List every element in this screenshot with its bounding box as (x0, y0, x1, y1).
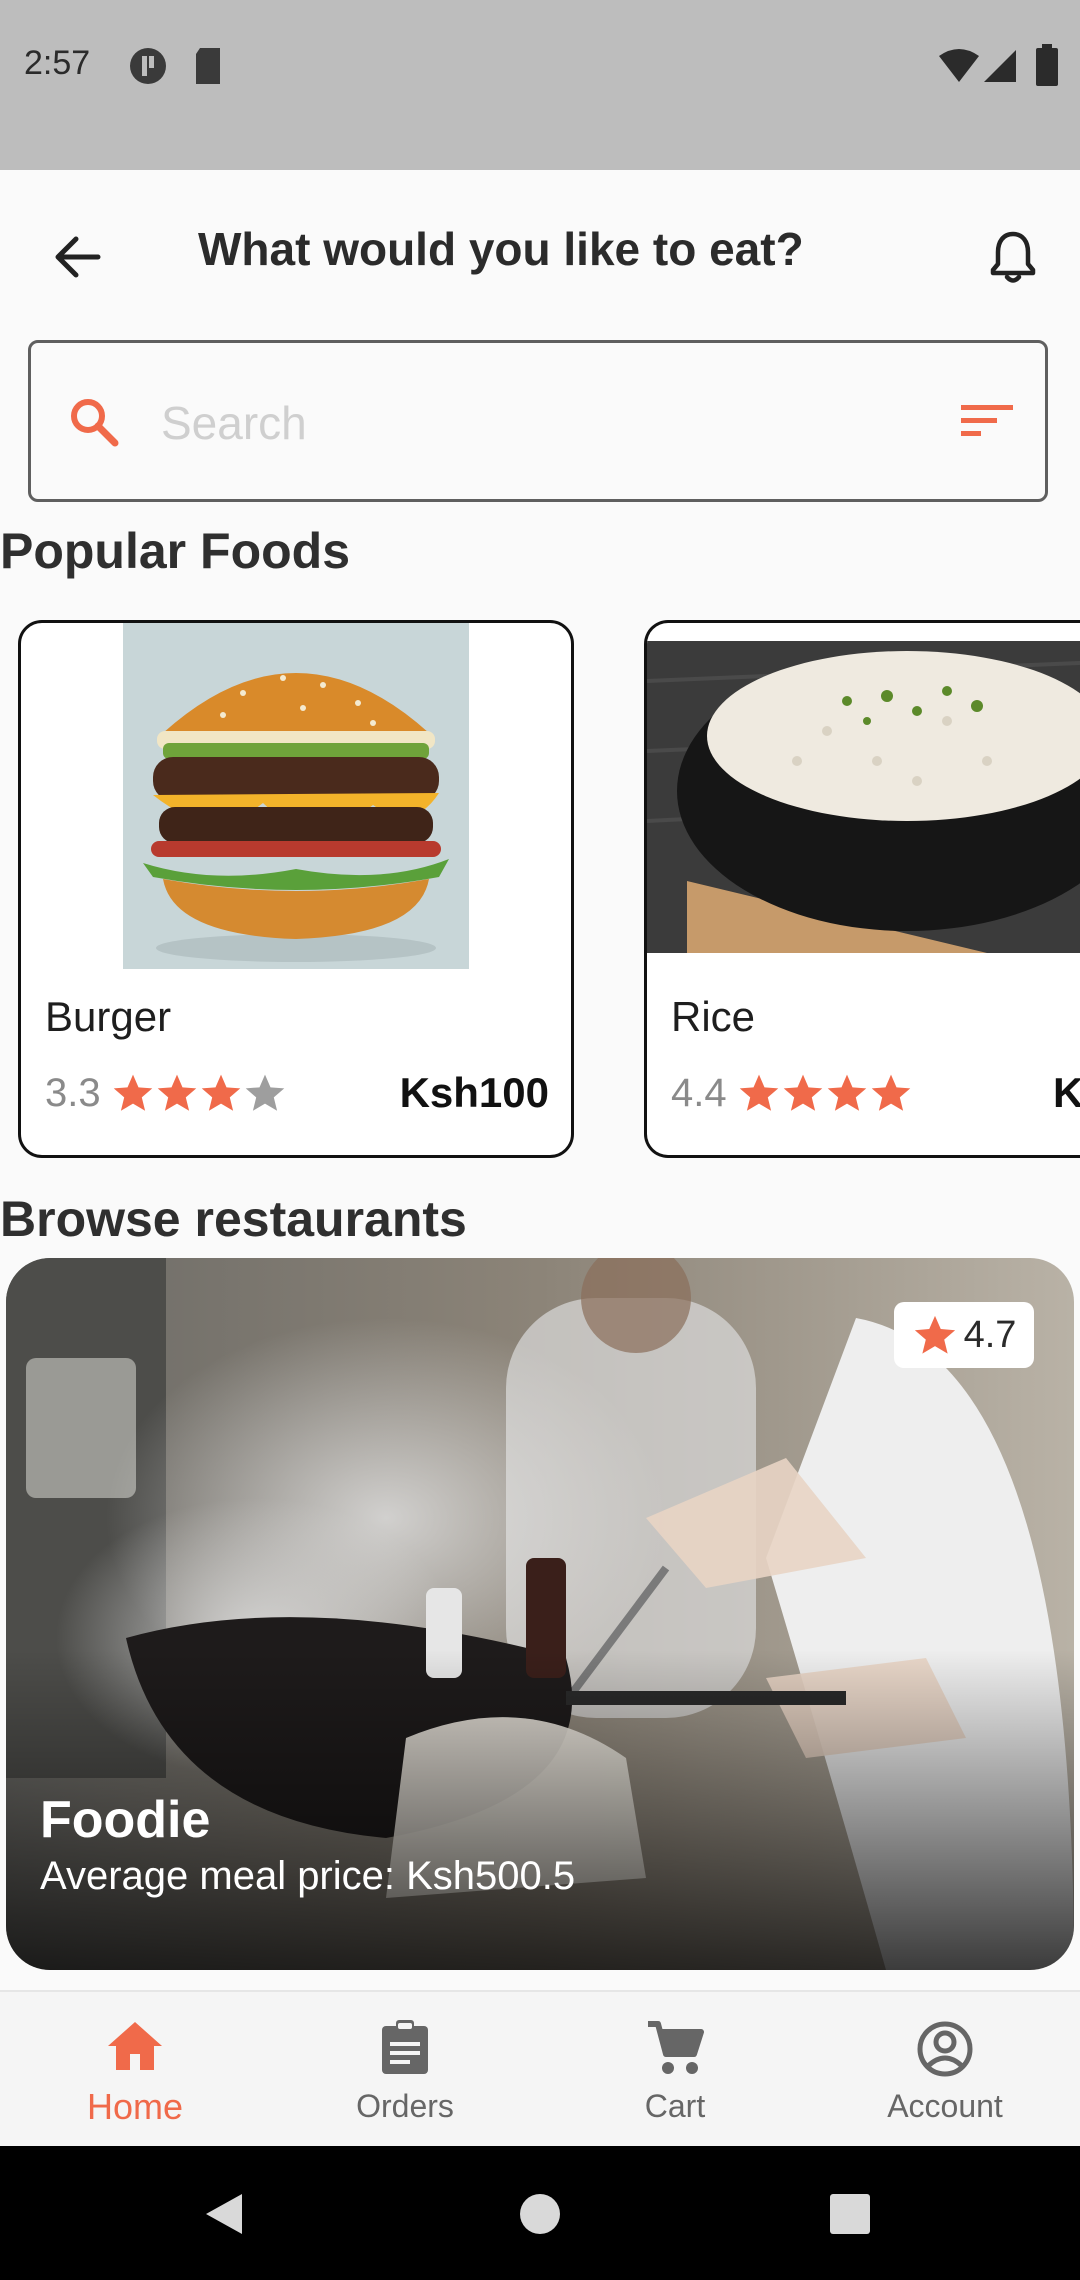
status-bar: 2:57 (0, 0, 1080, 170)
arrow-back-icon (55, 236, 101, 278)
star-filled-icon (739, 1074, 778, 1111)
star-filled-icon (871, 1074, 910, 1111)
star-filled-icon (914, 1315, 955, 1354)
clipboard-icon (382, 2020, 428, 2074)
nav-item-account[interactable]: Account (810, 1992, 1080, 2148)
search-input[interactable] (159, 379, 943, 467)
food-name: Rice (671, 993, 756, 1040)
back-button[interactable] (42, 222, 112, 292)
status-time: 2:57 (24, 44, 91, 82)
star-filled-icon (783, 1074, 822, 1111)
food-card-burger[interactable]: Burger 3.3 Ksh100 (18, 620, 574, 1158)
burger-image (123, 623, 469, 969)
system-navigation-bar (0, 2146, 1080, 2280)
home-icon (108, 2022, 162, 2070)
restaurant-average-price: Average meal price: Ksh500.5 (40, 1854, 575, 1899)
search-bar[interactable] (28, 340, 1048, 502)
restaurant-card[interactable]: 4.7 Foodie Average meal price: Ksh500.5 (6, 1258, 1074, 1970)
star-filled-icon (113, 1074, 152, 1111)
nav-label: Home (86, 2086, 184, 2127)
privacy-icon (130, 48, 166, 84)
price-label: Average meal price: (40, 1854, 407, 1898)
rating-value: 4.4 (671, 1070, 727, 1115)
account-icon (917, 2021, 973, 2077)
battery-icon (1036, 44, 1058, 86)
star-filled-icon (827, 1074, 866, 1111)
app-bar: What would you like to eat? (0, 170, 1080, 330)
notifications-button[interactable] (978, 222, 1048, 292)
system-back-icon[interactable] (200, 2190, 248, 2238)
rating-value: 3.3 (45, 1070, 101, 1115)
star-empty-icon (245, 1074, 284, 1111)
signal-icon (984, 50, 1016, 82)
star-filled-icon (157, 1074, 196, 1111)
wifi-icon (939, 49, 979, 82)
bell-icon (990, 231, 1036, 283)
bottom-navigation: Home Orders Cart Account (0, 1990, 1080, 2146)
nav-item-orders[interactable]: Orders (270, 1992, 540, 2148)
food-price: Ksh100 (399, 1069, 549, 1116)
nav-label: Account (887, 2088, 1003, 2124)
system-home-icon[interactable] (518, 2192, 562, 2236)
food-card-rice[interactable]: Rice 4.4 Ksh (644, 620, 1080, 1158)
restaurant-rating-value: 4.7 (963, 1313, 1017, 1356)
price-value: Ksh500.5 (406, 1854, 576, 1898)
food-rating: 4.4 (671, 1063, 913, 1123)
rice-image (647, 641, 1080, 953)
sd-card-icon (196, 48, 220, 84)
nav-item-home[interactable]: Home (0, 1992, 270, 2148)
popular-foods-heading: Popular Foods (0, 523, 350, 579)
restaurant-name: Foodie (40, 1791, 211, 1849)
search-icon (71, 399, 119, 447)
nav-label: Cart (644, 2088, 706, 2124)
system-recents-icon[interactable] (828, 2192, 872, 2236)
nav-item-cart[interactable]: Cart (540, 1992, 810, 2148)
restaurant-rating-badge: 4.7 (894, 1302, 1034, 1368)
star-filled-icon (201, 1074, 240, 1111)
filter-icon[interactable] (959, 401, 1015, 441)
food-name: Burger (45, 993, 172, 1040)
page-title: What would you like to eat? (198, 223, 804, 275)
cart-icon (648, 2021, 704, 2074)
browse-restaurants-heading: Browse restaurants (0, 1191, 467, 1247)
food-rating: 3.3 (45, 1063, 287, 1123)
food-price: Ksh (1053, 1069, 1080, 1117)
nav-label: Orders (356, 2088, 454, 2124)
